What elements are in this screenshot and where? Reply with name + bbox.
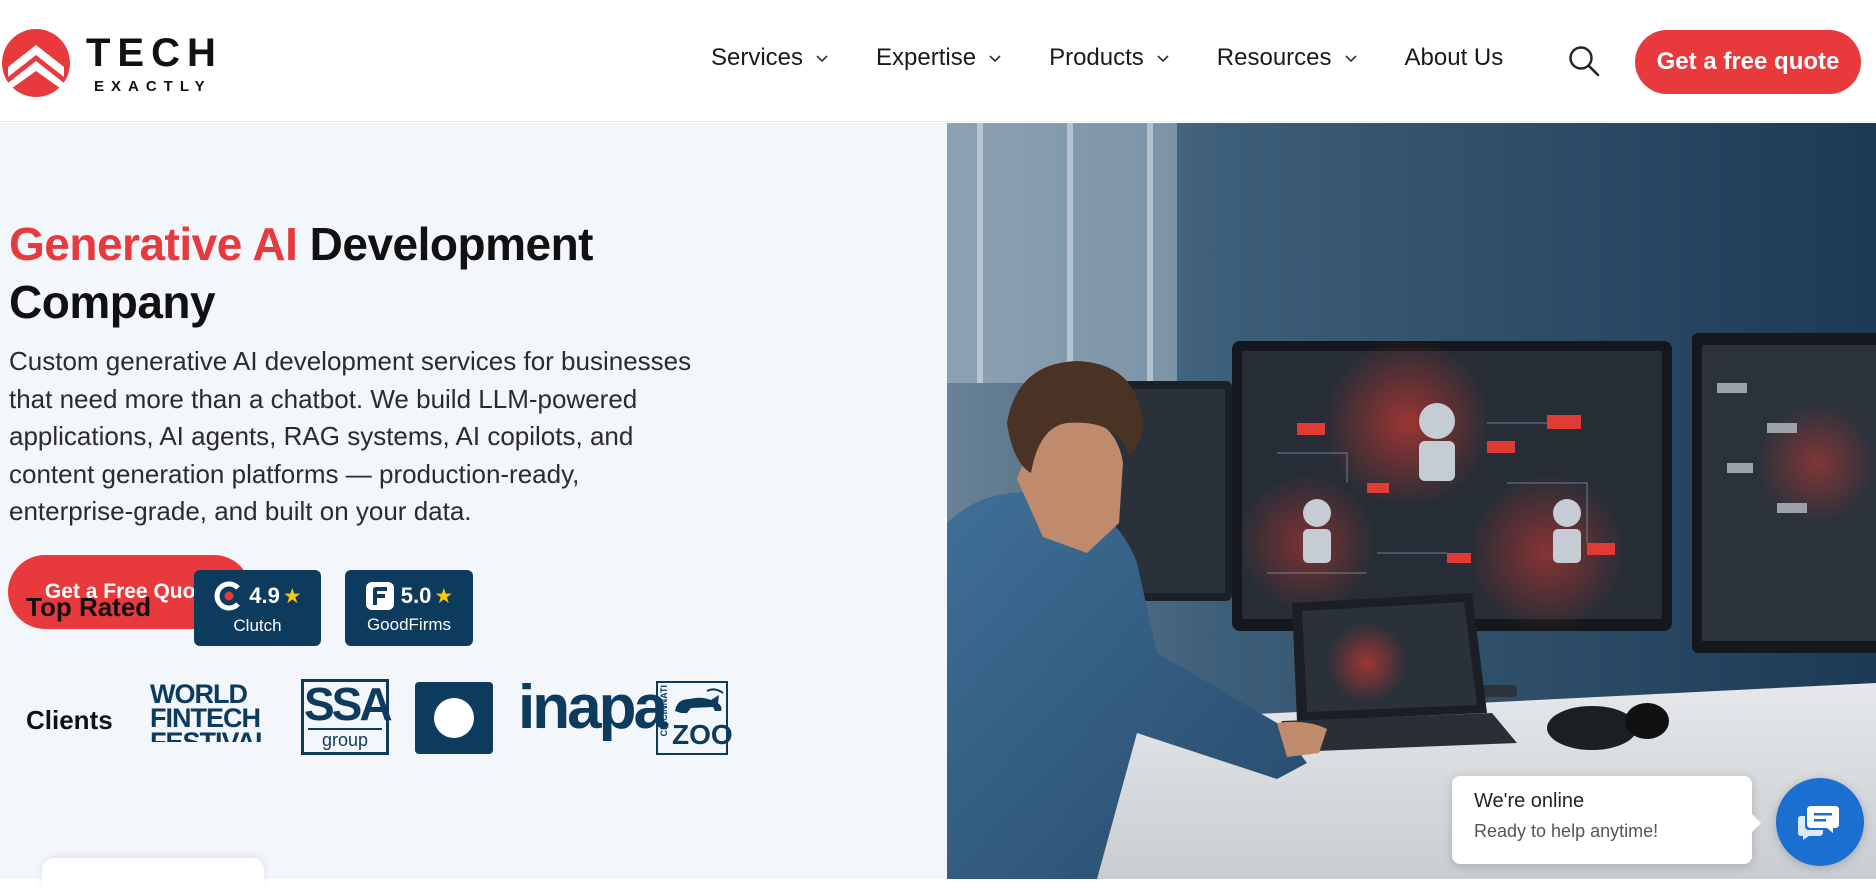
client-logo-cincinnati-zoo: CINCINNATI ZOO [656, 681, 733, 755]
nav-label: Products [1049, 44, 1144, 71]
logo-text: FINTECH [150, 703, 261, 733]
chevron-down-icon [816, 55, 828, 63]
chat-status: We're online [1474, 790, 1585, 812]
star-icon: ★ [434, 584, 454, 608]
nav-item-about-us[interactable]: About Us [1405, 44, 1504, 72]
goodfirms-name: GoodFirms [366, 615, 452, 634]
clutch-name: Clutch [233, 616, 282, 635]
goodfirms-icon [365, 582, 394, 610]
client-logo-ring [415, 682, 493, 754]
chevron-down-icon [989, 55, 1001, 63]
client-logo-world-fintech-festival: WORLD FINTECH FESTIVAL [150, 681, 271, 743]
chat-launcher-button[interactable] [1776, 778, 1864, 866]
ring-logo-icon [434, 698, 474, 738]
chevron-down-icon [1157, 55, 1169, 63]
star-icon: ★ [282, 584, 302, 608]
clients-label: Clients [26, 705, 113, 735]
clutch-badge[interactable]: 4.9 ★ Clutch [194, 570, 321, 646]
logo-text: group [308, 728, 382, 750]
chat-greeting-bubble[interactable]: We're online Ready to help anytime! [1452, 776, 1761, 864]
hero-image [947, 123, 1876, 879]
nav-label: Expertise [876, 44, 977, 71]
logo-text: SSA [304, 678, 393, 730]
chat-subtitle: Ready to help anytime! [1474, 821, 1659, 841]
nav-item-resources[interactable]: Resources [1217, 44, 1358, 72]
title-accent: Generative AI [9, 218, 298, 270]
search-icon[interactable] [1567, 44, 1601, 78]
developer-at-monitors-illustration [947, 123, 1876, 879]
hero-description: Custom generative AI development service… [9, 346, 692, 526]
header-quote-button[interactable]: Get a free quote [1635, 30, 1861, 94]
brand-line1: TECH [86, 30, 223, 75]
nav-label: About Us [1404, 44, 1504, 71]
client-logo-inapa: inapa [518, 673, 668, 742]
nav-label: Services [711, 44, 804, 71]
main-nav: Services Expertise Products Resources Ab… [711, 44, 1537, 72]
brand-logo[interactable]: TECH EXACTLY [0, 26, 230, 100]
top-rated-label: Top Rated [26, 592, 152, 622]
clutch-icon [214, 581, 241, 611]
nav-label: Resources [1216, 44, 1332, 71]
logo-text: CINCINNATI [659, 685, 669, 737]
rhino-icon [675, 688, 724, 713]
site-header: TECH EXACTLY Services Expertise Products… [0, 0, 1876, 122]
client-logo-ssa-group: SSA group [301, 678, 393, 755]
brand-line2: EXACTLY [94, 77, 212, 95]
nav-item-services[interactable]: Services [711, 44, 829, 72]
chat-icon [1798, 806, 1839, 840]
logo-mark-icon [2, 29, 70, 97]
floating-card [42, 858, 264, 888]
nav-item-products[interactable]: Products [1049, 44, 1170, 72]
goodfirms-score: 5.0 [400, 583, 432, 608]
hero-content: Generative AI Development Company Custom… [0, 123, 947, 879]
goodfirms-badge[interactable]: 5.0 ★ GoodFirms [345, 570, 473, 646]
chevron-down-icon [1344, 55, 1357, 63]
brand-wordmark: TECH EXACTLY [86, 33, 223, 94]
logo-text: ZOO [672, 719, 733, 750]
clutch-score: 4.9 [249, 583, 280, 608]
page-title: Generative AI Development Company [9, 215, 709, 331]
nav-item-expertise[interactable]: Expertise [876, 44, 1002, 72]
logo-text: FESTIVAL [150, 730, 271, 742]
